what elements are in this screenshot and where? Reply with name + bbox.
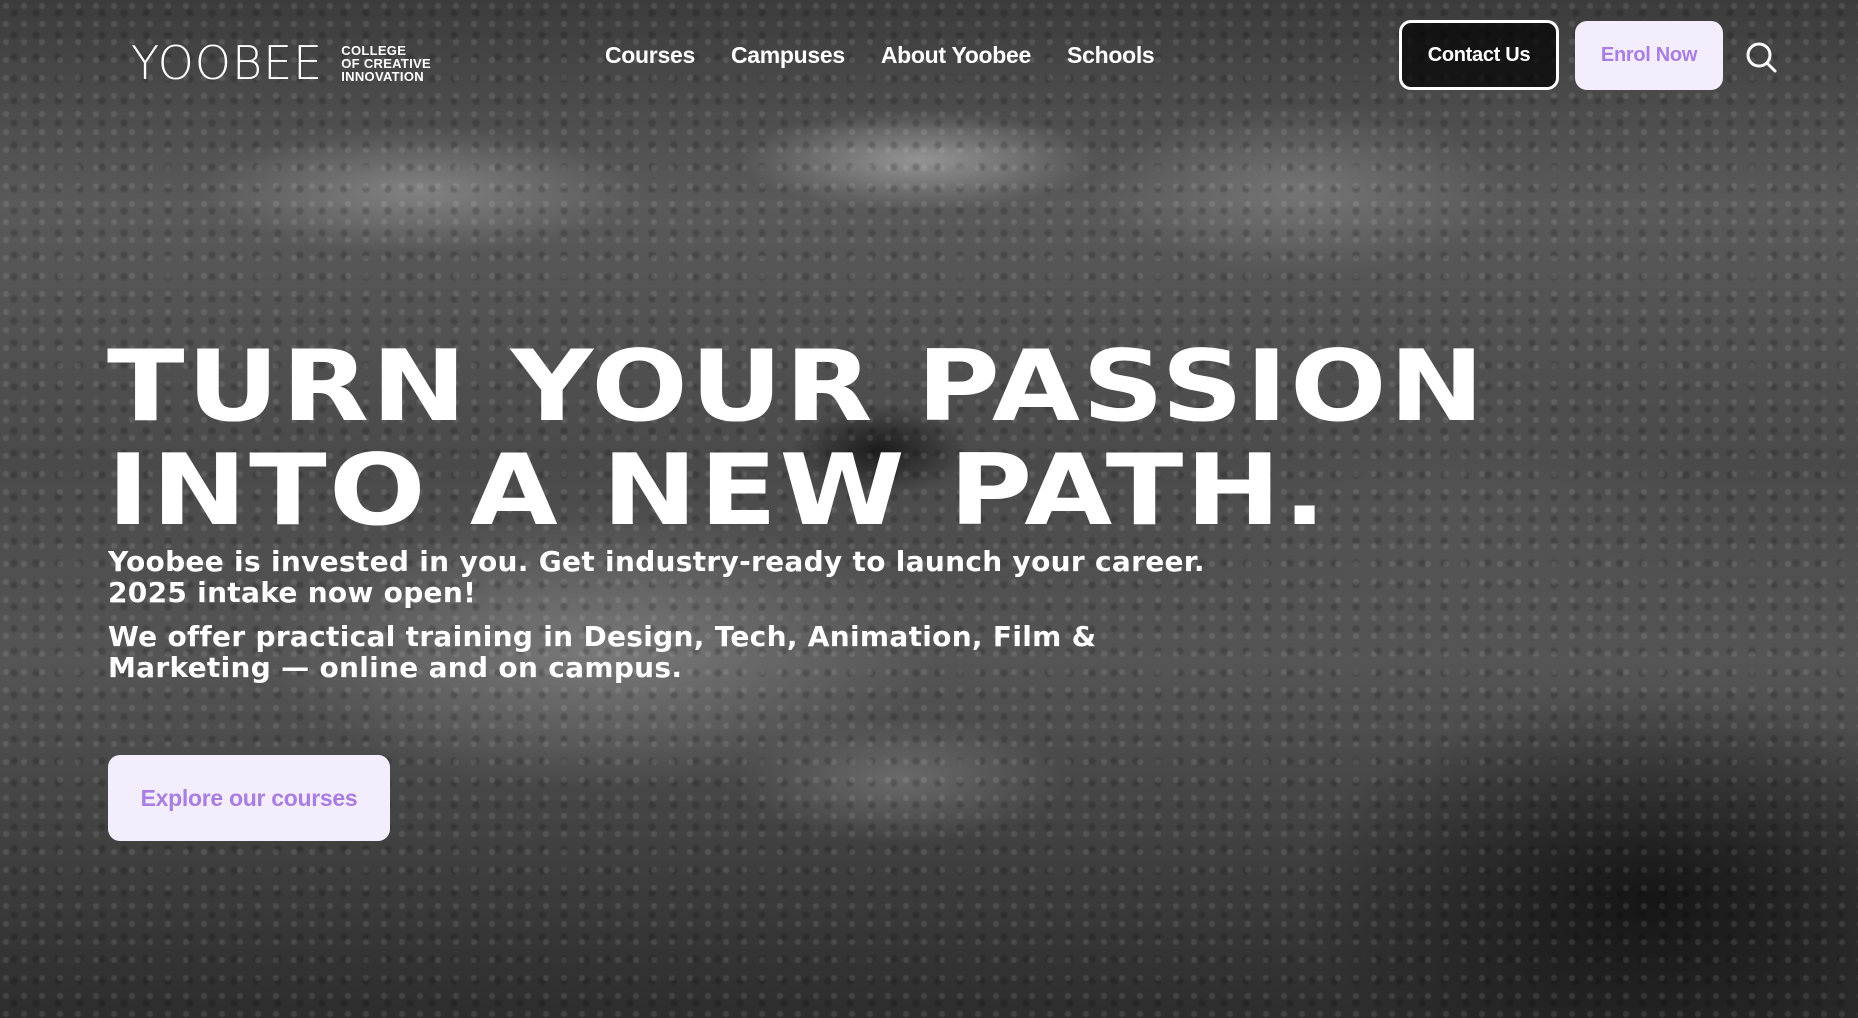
hero-description: We offer practical training in Design, T… bbox=[108, 620, 1097, 684]
nav-courses[interactable]: Courses bbox=[605, 42, 695, 69]
logo-tagline-line: INNOVATION bbox=[341, 68, 424, 84]
logo-tagline-line: COLLEGE bbox=[341, 42, 407, 58]
nav-about-yoobee[interactable]: About Yoobee bbox=[881, 42, 1031, 69]
nav-campuses[interactable]: Campuses bbox=[731, 42, 845, 69]
headline-line: INTO A NEW PATH. bbox=[107, 434, 1329, 548]
logo[interactable]: YOOBEE COLLEGE OF CREATIVE INNOVATION bbox=[131, 40, 431, 86]
site-header: YOOBEE COLLEGE OF CREATIVE INNOVATION Co… bbox=[0, 0, 1858, 112]
logo-wordmark: YOOBEE bbox=[131, 36, 324, 90]
search-button[interactable] bbox=[1745, 41, 1779, 75]
logo-tagline: COLLEGE OF CREATIVE INNOVATION bbox=[341, 44, 431, 83]
logo-tagline-line: OF CREATIVE bbox=[341, 55, 431, 71]
enrol-now-button[interactable]: Enrol Now bbox=[1575, 21, 1723, 90]
intake-notice: 2025 intake now open! bbox=[108, 576, 477, 609]
explore-courses-button[interactable]: Explore our courses bbox=[108, 755, 390, 841]
nav-schools[interactable]: Schools bbox=[1067, 42, 1155, 69]
hero-subtitle: Yoobee is invested in you. Get industry-… bbox=[108, 546, 1258, 608]
main-nav: Courses Campuses About Yoobee Schools bbox=[605, 42, 1155, 69]
search-icon bbox=[1746, 42, 1777, 73]
headline-line: TURN YOUR PASSION bbox=[107, 330, 1487, 444]
hero-headline: TURN YOUR PASSION INTO A NEW PATH. bbox=[107, 335, 1486, 543]
subtitle-line: Yoobee is invested in you. Get industry-… bbox=[108, 545, 1205, 578]
contact-us-button[interactable]: Contact Us bbox=[1399, 20, 1559, 90]
hero-section: YOOBEE COLLEGE OF CREATIVE INNOVATION Co… bbox=[0, 0, 1858, 1018]
